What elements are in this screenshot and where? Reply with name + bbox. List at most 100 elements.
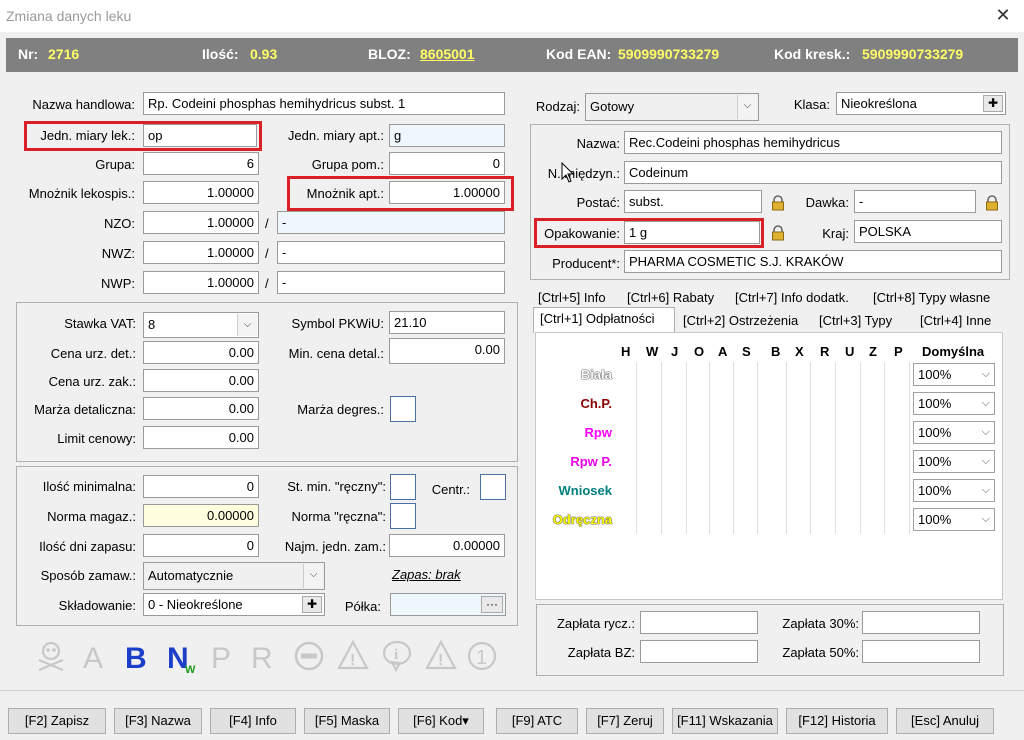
chevron-down-icon[interactable]: ⌵ [982, 422, 990, 443]
indications-button[interactable]: [F11] Wskazania [672, 708, 778, 734]
info-button[interactable]: [F4] Info [210, 708, 296, 734]
jedn-miary-apt-input[interactable]: g [389, 124, 505, 147]
zaplata-30-input[interactable] [862, 611, 980, 634]
tab-inne[interactable]: [Ctrl+4] Inne [916, 313, 995, 328]
norma-magaz-input[interactable]: 0.00000 [143, 504, 259, 527]
tab-odplatnosci[interactable]: [Ctrl+1] Odpłatności [536, 311, 659, 326]
limit-cenowy-input[interactable]: 0.00 [143, 426, 259, 449]
mnoznik-apt-input[interactable]: 1.00000 [389, 181, 505, 204]
bloz-value[interactable]: 8605001 [420, 46, 475, 62]
grid-row-default-select[interactable]: 100% ⌵ [913, 508, 995, 531]
grid-row-default-select[interactable]: 100% ⌵ [913, 363, 995, 386]
kresk-value: 5909990733279 [862, 46, 964, 62]
cancel-button[interactable]: [Esc] Anuluj [896, 708, 994, 734]
zaplata-rycz-input[interactable] [640, 611, 758, 634]
zapas-link[interactable]: Zapas: brak [392, 567, 461, 582]
atc-button[interactable]: [F9] ATC [496, 708, 578, 734]
nazwa-handlowa-input[interactable]: Rp. Codeini phosphas hemihydricus subst.… [143, 92, 505, 115]
centr-label: Centr.: [431, 482, 470, 497]
chevron-down-icon[interactable]: ⌵ [982, 364, 990, 385]
name-button[interactable]: [F3] Nazwa [114, 708, 202, 734]
sposob-zamaw-value: Automatycznie [148, 568, 234, 583]
grid-row-default-select[interactable]: 100% ⌵ [913, 392, 995, 415]
nzo-label: NZO: [103, 216, 135, 231]
mask-button[interactable]: [F5] Maska [304, 708, 390, 734]
marza-detaliczna-input[interactable]: 0.00 [143, 397, 259, 420]
reset-button[interactable]: [F7] Zeruj [586, 708, 664, 734]
tab-ostrzezenia[interactable]: [Ctrl+2] Ostrzeżenia [679, 313, 802, 328]
tab-typy[interactable]: [Ctrl+3] Typy [815, 313, 896, 328]
polka-input[interactable]: ··· [390, 593, 506, 616]
plus-icon[interactable]: ✚ [302, 596, 322, 613]
jedn-miary-lek-input[interactable]: op [143, 124, 257, 147]
rodzaj-select[interactable]: Gotowy ⌵ [585, 93, 759, 121]
min-cena-detal-input[interactable]: 0.00 [389, 338, 505, 364]
mnoznik-lekospis-input[interactable]: 1.00000 [143, 181, 259, 204]
more-icon[interactable]: ··· [481, 596, 503, 613]
skladowanie-select[interactable]: 0 - Nieokreślone ✚ [143, 593, 325, 616]
chevron-down-icon[interactable]: ⌵ [303, 564, 323, 588]
nzo-input[interactable]: 1.00000 [143, 211, 259, 234]
stawka-vat-select[interactable]: 8 ⌵ [143, 312, 259, 338]
producent-input[interactable]: PHARMA COSMETIC S.J. KRAKÓW [624, 250, 1002, 273]
zaplata-bz-input[interactable] [640, 640, 758, 663]
grid-default-header: Domyślna [922, 344, 985, 359]
tab-typy-wlasne[interactable]: [Ctrl+8] Typy własne [869, 290, 994, 305]
chevron-down-icon[interactable]: ⌵ [737, 95, 757, 119]
grid-col-line [835, 362, 836, 534]
symbol-pkwiu-input[interactable]: 21.10 [389, 311, 505, 334]
chevron-down-icon[interactable]: ⌵ [982, 480, 990, 501]
ilosc-minimalna-input[interactable]: 0 [143, 475, 259, 498]
nwz-extra-input[interactable]: - [277, 241, 505, 264]
grid-col-line [757, 362, 758, 534]
grupa-input[interactable]: 6 [143, 152, 259, 175]
lock-icon[interactable] [771, 195, 785, 211]
window-title: Zmiana danych leku [6, 8, 132, 24]
zaplata-50-input[interactable] [862, 640, 980, 663]
grid-row-default-select[interactable]: 100% ⌵ [913, 479, 995, 502]
grupa-label: Grupa: [95, 157, 135, 172]
lock-icon[interactable] [985, 195, 999, 211]
nazwa-input[interactable]: Rec.Codeini phosphas hemihydricus [624, 131, 1002, 154]
norma-reczna-label: Norma "ręczna": [291, 509, 386, 524]
nr-value: 2716 [48, 46, 80, 62]
kraj-input[interactable]: POLSKA [854, 220, 1002, 243]
lock-icon[interactable] [771, 225, 785, 241]
grid-row-default-select[interactable]: 100% ⌵ [913, 421, 995, 444]
code-button[interactable]: [F6] Kod▾ [398, 708, 484, 734]
st-min-reczny-checkbox[interactable] [390, 474, 416, 500]
ilosc-dni-zapasu-input[interactable]: 0 [143, 534, 259, 557]
nwp-extra-input[interactable]: - [277, 271, 505, 294]
nwz-input[interactable]: 1.00000 [143, 241, 259, 264]
close-icon[interactable]: ✕ [992, 4, 1014, 26]
nzo-extra-input[interactable]: - [277, 211, 505, 234]
history-button[interactable]: [F12] Historia [786, 708, 888, 734]
chevron-down-icon[interactable]: ⌵ [982, 393, 990, 414]
save-button[interactable]: [F2] Zapisz [8, 708, 106, 734]
tab-rabaty[interactable]: [Ctrl+6] Rabaty [623, 290, 718, 305]
grid-row-default-select[interactable]: 100% ⌵ [913, 450, 995, 473]
n-miedzyn-input[interactable]: Codeinum [624, 161, 1002, 184]
najm-jedn-zam-input[interactable]: 0.00000 [389, 534, 505, 557]
norma-reczna-checkbox[interactable] [390, 503, 416, 529]
postac-input[interactable]: subst. [624, 190, 762, 213]
cena-urz-zak-input[interactable]: 0.00 [143, 369, 259, 392]
cena-urz-det-input[interactable]: 0.00 [143, 341, 259, 364]
marza-degres-checkbox[interactable] [390, 396, 416, 422]
klasa-select[interactable]: Nieokreślona ✚ [836, 92, 1006, 115]
chevron-down-icon[interactable]: ⌵ [982, 451, 990, 472]
sposob-zamaw-select[interactable]: Automatycznie ⌵ [143, 562, 325, 590]
tab-info-dodatk[interactable]: [Ctrl+7] Info dodatk. [731, 290, 853, 305]
tab-info[interactable]: [Ctrl+5] Info [534, 290, 610, 305]
b-letter-icon: B [125, 642, 147, 672]
opakowanie-input[interactable]: 1 g [624, 221, 760, 244]
plus-icon[interactable]: ✚ [983, 95, 1003, 112]
grupa-pom-input[interactable]: 0 [389, 152, 505, 175]
dawka-input[interactable]: - [854, 190, 976, 213]
chevron-down-icon[interactable]: ⌵ [982, 509, 990, 530]
nazwa-label: Nazwa: [576, 136, 620, 151]
centr-checkbox[interactable] [480, 474, 506, 500]
nwp-input[interactable]: 1.00000 [143, 271, 259, 294]
min-cena-detal-label: Min. cena detal.: [288, 346, 384, 361]
chevron-down-icon[interactable]: ⌵ [237, 314, 257, 336]
